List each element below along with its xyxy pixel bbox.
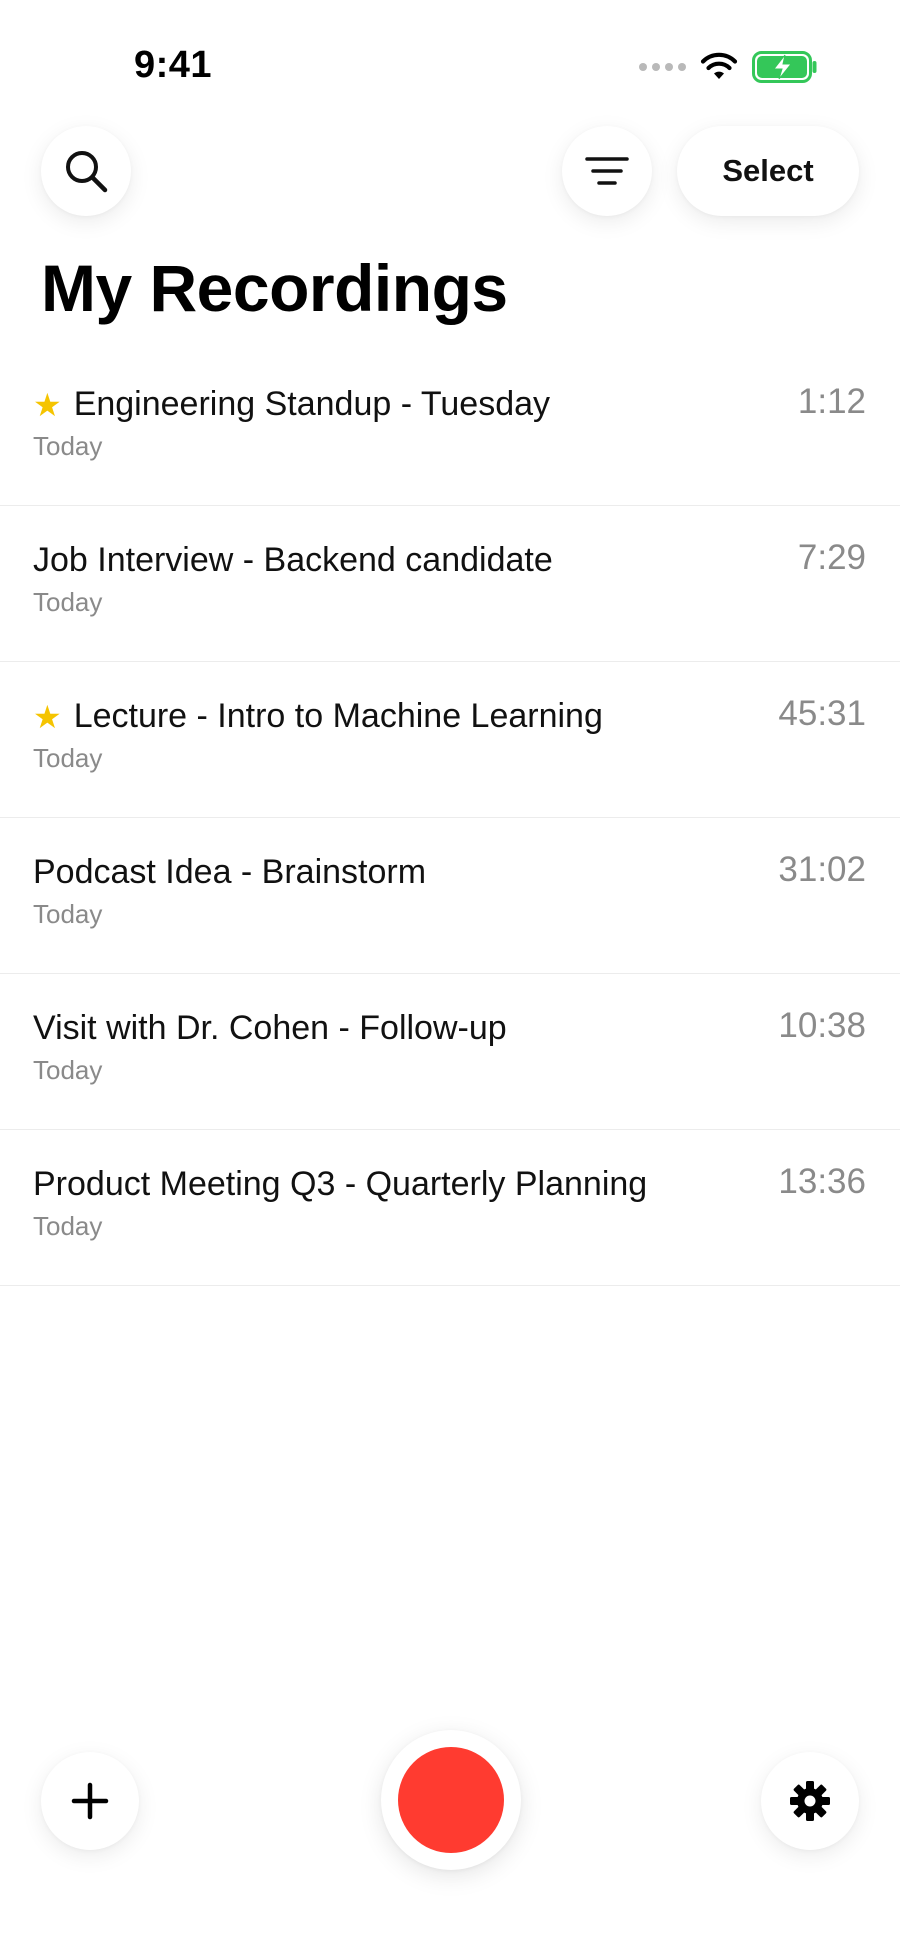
recording-date: Today [33,899,103,929]
filter-icon [585,157,629,185]
recording-duration: 7:29 [797,538,866,577]
recording-date: Today [33,1211,103,1241]
recording-title-wrap: Visit with Dr. Cohen - Follow-up [33,1009,507,1048]
status-time: 9:41 [134,44,213,86]
recording-row[interactable]: ★ Engineering Standup - Tuesday Today 1:… [0,350,900,506]
star-icon: ★ [33,386,62,423]
select-button[interactable]: Select [677,126,859,216]
filter-button[interactable] [562,126,652,216]
recordings-screen: 9:41 Select My Recordings ★ Engineering … [0,0,900,1950]
recording-date: Today [33,431,103,461]
recording-duration: 1:12 [797,382,866,421]
recording-duration: 45:31 [778,694,866,733]
status-bar: 9:41 [0,0,900,130]
page-title: My Recordings [41,251,508,325]
recording-title-wrap: Job Interview - Backend candidate [33,541,553,580]
recordings-list: ★ Engineering Standup - Tuesday Today 1:… [0,350,900,1286]
recording-title: Job Interview - Backend candidate [33,541,553,579]
signal-dots-icon [639,63,686,71]
settings-button[interactable] [761,1752,859,1850]
recording-date: Today [33,743,103,773]
record-button[interactable] [381,1730,521,1870]
plus-icon [71,1782,109,1820]
recording-title-wrap: Product Meeting Q3 - Quarterly Planning [33,1165,647,1204]
recording-title-wrap: ★ Engineering Standup - Tuesday [33,385,550,424]
recording-row[interactable]: Product Meeting Q3 - Quarterly Planning … [0,1130,900,1286]
recording-title: Product Meeting Q3 - Quarterly Planning [33,1165,648,1203]
recording-row[interactable]: Job Interview - Backend candidate Today … [0,506,900,662]
recording-row[interactable]: Podcast Idea - Brainstorm Today 31:02 [0,818,900,974]
status-icons [639,50,818,84]
recording-date: Today [33,587,103,617]
recording-title: Podcast Idea - Brainstorm [33,853,427,891]
battery-charging-icon [752,51,817,83]
recording-row[interactable]: Visit with Dr. Cohen - Follow-up Today 1… [0,974,900,1130]
recording-title-wrap: ★ Lecture - Intro to Machine Learning [33,697,603,736]
gear-icon [790,1781,830,1821]
wifi-icon [700,52,738,79]
search-button[interactable] [41,126,131,216]
star-icon: ★ [33,698,62,735]
search-icon [66,151,108,193]
recording-duration: 31:02 [778,850,866,889]
recording-duration: 10:38 [778,1006,866,1045]
recording-date: Today [33,1055,103,1085]
recording-row[interactable]: ★ Lecture - Intro to Machine Learning To… [0,662,900,818]
recording-title: Engineering Standup - Tuesday [73,385,551,423]
recording-duration: 13:36 [778,1162,866,1201]
add-button[interactable] [41,1752,139,1850]
recording-title: Visit with Dr. Cohen - Follow-up [33,1009,507,1047]
recording-title: Lecture - Intro to Machine Learning [73,697,603,735]
record-icon [398,1747,504,1853]
recording-title-wrap: Podcast Idea - Brainstorm [33,853,426,892]
